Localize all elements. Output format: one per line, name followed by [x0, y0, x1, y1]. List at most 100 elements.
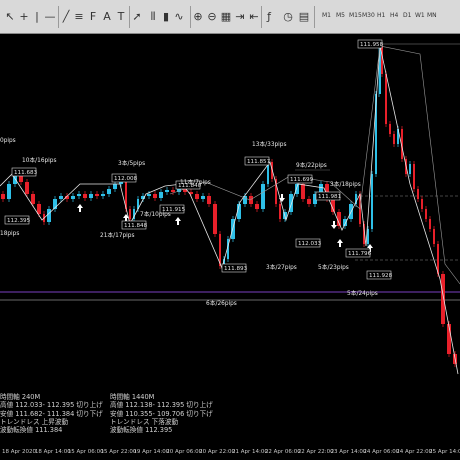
candle-body	[71, 196, 75, 199]
info-1440m-line: 波動転換値 112.395	[110, 426, 173, 435]
vertical-line-icon[interactable]: |	[31, 9, 43, 24]
wave-count-label: 21本/17pips	[100, 231, 135, 239]
timeframe-h1[interactable]: H1	[377, 12, 385, 19]
time-axis-label: 18 Apr 2020	[2, 449, 37, 455]
price-label: 111.683	[14, 170, 38, 176]
candle-body	[95, 194, 99, 196]
chart-grid	[0, 43, 460, 301]
timeframe-d1[interactable]: D1	[403, 12, 411, 19]
candle-body	[389, 124, 391, 134]
zoom-out-icon[interactable]: ⊖	[206, 9, 218, 24]
toolbar-separator	[261, 6, 262, 28]
time-axis-label: 15 Apr 06:00	[67, 449, 104, 455]
candle-body	[1, 194, 5, 199]
candles	[1, 43, 457, 367]
wave-count-label: 0pips	[0, 138, 16, 144]
candle-body	[371, 174, 373, 229]
period-icon[interactable]: ◷	[282, 9, 294, 24]
candle-body	[101, 194, 105, 196]
timeframe-m30[interactable]: M30	[362, 12, 375, 19]
wave-count-label: 7本/10pips	[140, 210, 171, 218]
template-icon[interactable]: ▤	[298, 9, 310, 24]
trendline-icon[interactable]: ╱	[60, 9, 72, 24]
wave-count-label: 6本/26pips	[206, 299, 237, 307]
candle-body	[385, 74, 387, 124]
wave-count-label: 13本/33pips	[252, 140, 287, 148]
time-axis-label: 23 Apr 14:00	[330, 449, 367, 455]
fibonacci-icon[interactable]: F	[87, 9, 99, 24]
candle-body	[417, 189, 419, 199]
tile-icon[interactable]: ▦	[220, 9, 232, 24]
crosshair-icon[interactable]: +	[18, 9, 30, 24]
info-240m-line: 安値 111.682- 111.384 切り下げ	[0, 409, 103, 418]
bar-chart-icon[interactable]: ⫴	[147, 9, 159, 24]
time-axis-label: 24 Apr 22:00	[396, 449, 433, 455]
wave-count-label: 3本/27pips	[266, 263, 297, 271]
arrow-icon[interactable]: ➚	[131, 9, 143, 24]
arrow-down-icon	[279, 194, 285, 202]
candle-body	[307, 199, 311, 204]
price-label: 111.893	[224, 266, 248, 272]
line-chart-icon[interactable]: ∿	[173, 9, 185, 24]
candle-body	[13, 176, 17, 184]
price-label: 111.848	[124, 223, 148, 229]
info-1440m-line: 高値 112.138- 112.395 切り上げ	[110, 401, 213, 410]
pointer-icon[interactable]: ↖	[4, 9, 16, 24]
autoscroll-icon[interactable]: ⇥	[234, 9, 246, 24]
candle-body	[433, 229, 435, 244]
price-label: 112.008	[114, 176, 138, 182]
chart-shift-icon[interactable]: ⇤	[248, 9, 260, 24]
price-label: 112.033	[298, 241, 322, 247]
candle-body	[343, 219, 347, 226]
candle-body	[159, 192, 163, 198]
candle-body	[295, 184, 299, 194]
time-axis-label: 22 Apr 06:00	[264, 449, 301, 455]
wave-count-label: 10本/16pips	[22, 156, 57, 164]
info-240m: 時間軸 240M 高値 112.033- 112.395 切り上げ 安値 111…	[0, 393, 103, 434]
arrow-up-icon	[175, 217, 181, 225]
arrow-up-icon	[77, 204, 83, 212]
timeframe-m5[interactable]: M5	[336, 12, 345, 19]
time-axis-label: 25 Apr 14:00	[429, 449, 460, 455]
chart-labels: 111.683112.395112.008111.848111.915111.8…	[0, 39, 393, 307]
channel-icon[interactable]: ≡	[73, 9, 85, 24]
candle-body	[89, 194, 93, 198]
label-icon[interactable]: T	[115, 9, 127, 24]
price-label: 111.981	[318, 194, 342, 200]
candle-body	[83, 194, 87, 198]
wave-count-label: 5本/24pips	[347, 289, 378, 297]
price-label: 111.699	[290, 177, 314, 183]
timeframe-h4[interactable]: H4	[390, 12, 398, 19]
time-axis: 18 Apr 2020 18 Apr 14:00 15 Apr 06:00 15 Ap…	[0, 446, 460, 460]
timeframe-w1[interactable]: W1	[415, 12, 425, 19]
zigzag-wave	[0, 45, 459, 375]
indicators-icon[interactable]: ƒ	[263, 9, 275, 24]
timeframe-mn[interactable]: MN	[427, 12, 437, 19]
text-icon[interactable]: A	[101, 9, 113, 24]
time-axis-label: 20 Apr 22:00	[199, 449, 236, 455]
candle-body	[147, 194, 151, 196]
candle-body	[413, 164, 415, 189]
candle-body	[409, 164, 411, 174]
price-chart[interactable]: 111.683112.395112.008111.848111.915111.8…	[0, 34, 460, 446]
timeframe-m15[interactable]: M15	[349, 12, 362, 19]
wave-count-label: 18pips	[0, 231, 19, 237]
zoom-in-icon[interactable]: ⊕	[192, 9, 204, 24]
candle-body	[7, 184, 11, 199]
time-axis-label: 15 Apr 22:00	[100, 449, 137, 455]
candle-body	[255, 204, 259, 209]
time-axis-label: 18 Apr 14:00	[34, 449, 71, 455]
candle-body	[425, 209, 427, 219]
price-label: 111.796	[348, 251, 372, 257]
horizontal-line-icon[interactable]: —	[44, 9, 56, 24]
info-240m-line: 波動転換値 111.384	[0, 426, 63, 435]
candle-body	[153, 194, 157, 198]
candle-chart-icon[interactable]: ▮	[160, 9, 172, 24]
timeframe-m1[interactable]: M1	[322, 12, 331, 19]
candle-body	[207, 196, 211, 204]
candle-body	[19, 176, 23, 182]
wave-count-label: 3本/18pips	[330, 180, 361, 188]
time-axis-label: 20 Apr 06:00	[166, 449, 203, 455]
info-1440m-line: トレンドレス 下落波動	[110, 417, 179, 426]
candle-body	[129, 209, 131, 219]
